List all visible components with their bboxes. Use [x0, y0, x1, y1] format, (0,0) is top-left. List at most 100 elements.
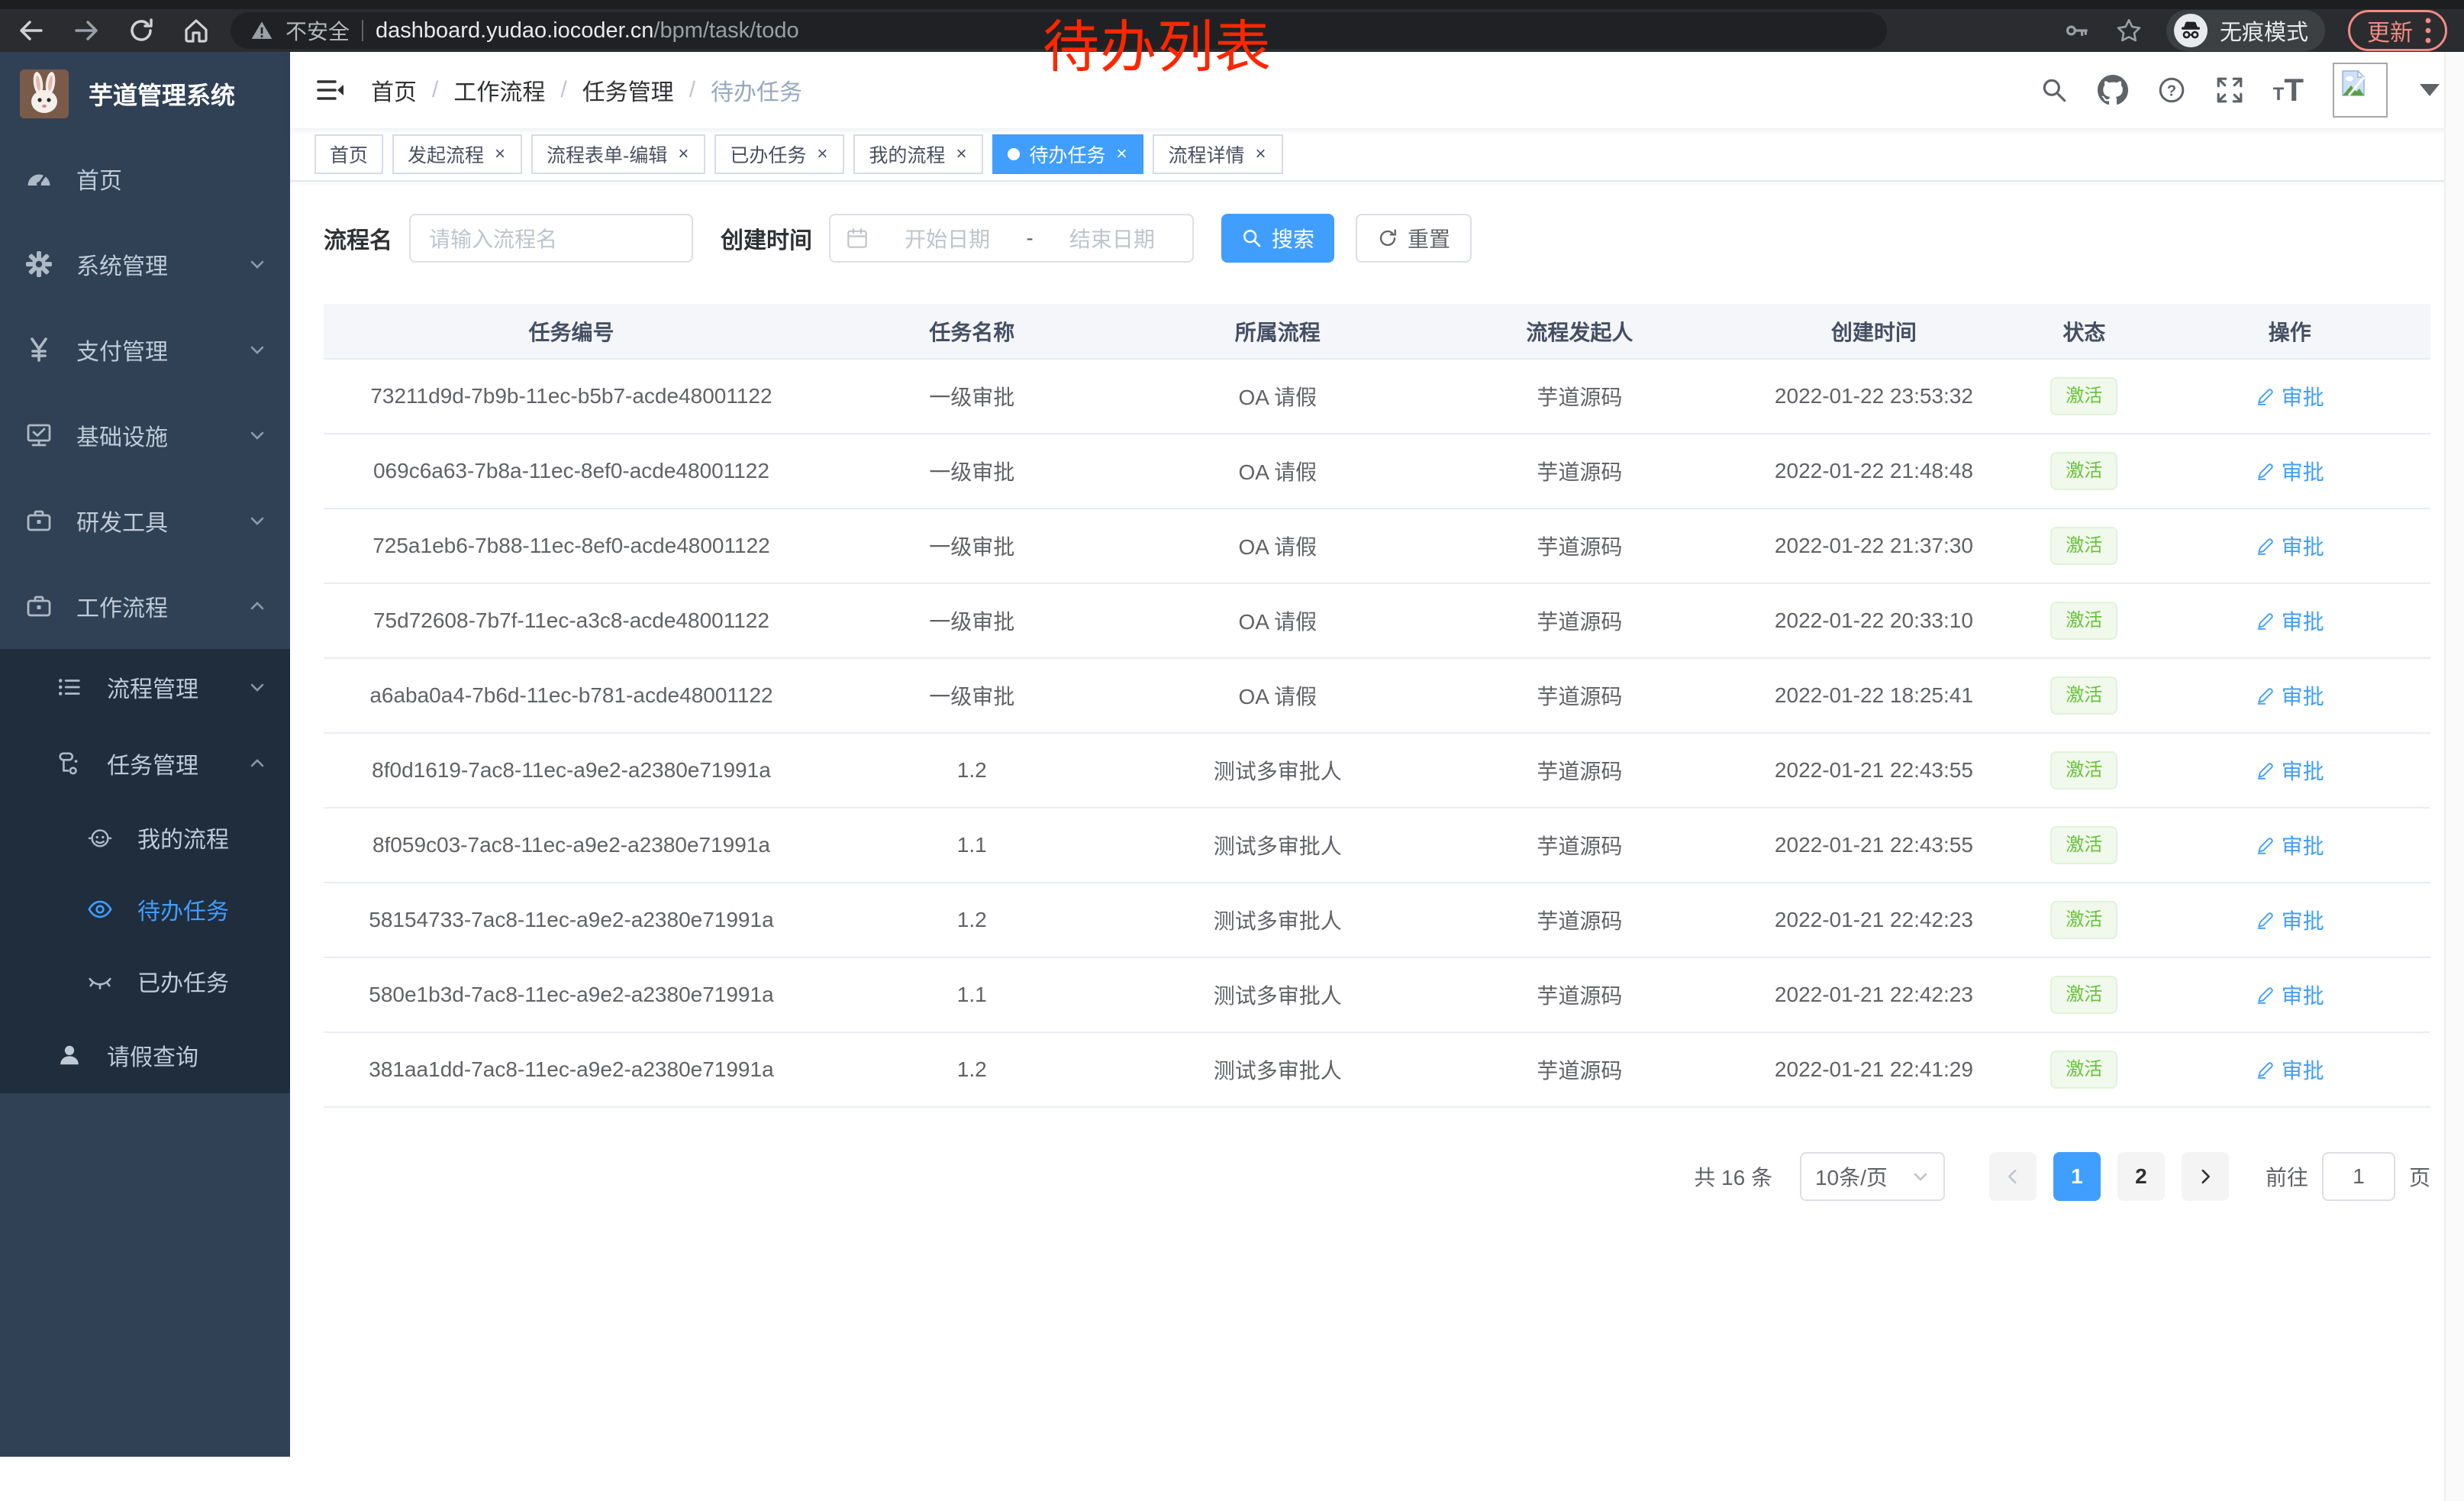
fullscreen-icon[interactable] [2215, 76, 2244, 105]
status-badge: 激活 [2050, 602, 2117, 640]
search-icon[interactable] [2040, 76, 2069, 105]
github-icon[interactable] [2098, 75, 2128, 105]
tab-process-detail[interactable]: 流程详情 × [1153, 134, 1282, 174]
reset-button[interactable]: 重置 [1356, 214, 1472, 263]
sidebar-item-label: 待办任务 [137, 893, 229, 926]
filter-form: 流程名 请输入流程名 创建时间 开始日期 - 结束日期 搜索 重置 [324, 214, 2430, 263]
reload-icon[interactable] [127, 16, 156, 45]
cell-task-name: 一级审批 [819, 583, 1125, 658]
approve-button[interactable]: 审批 [2256, 456, 2324, 486]
sidebar-item-process-management[interactable]: 流程管理 [0, 649, 290, 725]
app-title: 芋道管理系统 [89, 76, 235, 111]
cell-task-name: 1.2 [819, 733, 1125, 808]
approve-label: 审批 [2282, 980, 2324, 1010]
tab-home[interactable]: 首页 [314, 134, 383, 174]
approve-button[interactable]: 审批 [2256, 980, 2324, 1010]
page-button-1[interactable]: 1 [2053, 1152, 2101, 1201]
range-separator: - [1026, 226, 1033, 250]
user-icon [55, 1042, 84, 1068]
close-icon[interactable]: × [493, 144, 507, 165]
tab-my-process[interactable]: 我的流程 × [853, 134, 983, 174]
sidebar-item-task-management[interactable]: 任务管理 [0, 725, 290, 802]
url-host: dashboard.yudao.iocoder.cn [376, 18, 653, 43]
close-icon[interactable]: × [815, 144, 829, 165]
pen-icon [2256, 760, 2275, 780]
chevron-up-icon [247, 754, 290, 773]
page-size-select[interactable]: 10条/页 [1800, 1152, 1945, 1201]
cell-task-id: 381aa1dd-7ac8-11ec-a9e2-a2380e71991a [324, 1032, 819, 1107]
forward-icon[interactable] [72, 16, 101, 45]
total-count: 共 16 条 [1694, 1161, 1772, 1192]
logo-row[interactable]: 芋道管理系统 [0, 52, 290, 136]
approve-button[interactable]: 审批 [2256, 680, 2324, 711]
prev-page-button[interactable] [1989, 1152, 2037, 1201]
sidebar-collapse-icon[interactable] [314, 75, 345, 105]
approve-button[interactable]: 审批 [2256, 905, 2324, 935]
sidebar-item-label: 研发工具 [76, 504, 168, 537]
bookmark-star-icon[interactable] [2114, 16, 2143, 45]
pen-icon [2256, 386, 2275, 406]
close-icon[interactable]: × [1114, 144, 1128, 165]
tab-todo-tasks[interactable]: 待办任务 × [992, 134, 1143, 174]
search-button[interactable]: 搜索 [1221, 214, 1334, 263]
col-create-time: 创建时间 [1729, 304, 2020, 359]
cell-process: OA 请假 [1125, 583, 1431, 658]
table-row: a6aba0a4-7b6d-11ec-b781-acde48001122 一级审… [324, 658, 2430, 733]
cell-task-name: 1.2 [819, 1032, 1125, 1107]
goto-page-input[interactable]: 1 [2322, 1152, 2395, 1201]
update-button[interactable]: 更新 [2348, 10, 2447, 51]
breadcrumb-item-home[interactable]: 首页 [371, 73, 417, 107]
page-button-2[interactable]: 2 [2117, 1152, 2165, 1201]
col-status: 状态 [2019, 304, 2149, 359]
sidebar-item-home[interactable]: 首页 [0, 136, 290, 221]
tab-done-tasks[interactable]: 已办任务 × [714, 134, 844, 174]
font-size-icon[interactable]: TT [2273, 76, 2304, 104]
breadcrumb-item-task-management[interactable]: 任务管理 [582, 73, 674, 107]
avatar-caret-icon[interactable] [2420, 84, 2440, 96]
page-content: 流程名 请输入流程名 创建时间 开始日期 - 结束日期 搜索 重置 [290, 182, 2464, 1457]
tab-label: 发起流程 [408, 140, 484, 168]
home-icon[interactable] [182, 16, 211, 45]
col-task-name: 任务名称 [819, 304, 1125, 359]
approve-button[interactable]: 审批 [2256, 1054, 2324, 1085]
create-time-range-picker[interactable]: 开始日期 - 结束日期 [829, 214, 1194, 263]
sidebar-item-my-process[interactable]: 我的流程 [0, 802, 290, 873]
tab-start-process[interactable]: 发起流程 × [392, 134, 522, 174]
sidebar-item-infrastructure[interactable]: 基础设施 [0, 392, 290, 478]
input-placeholder: 请输入流程名 [429, 223, 557, 253]
approve-button[interactable]: 审批 [2256, 381, 2324, 412]
sidebar-item-label: 我的流程 [137, 821, 229, 854]
pen-icon [2256, 686, 2275, 705]
sidebar-item-system[interactable]: 系统管理 [0, 221, 290, 307]
approve-button[interactable]: 审批 [2256, 605, 2324, 636]
password-key-icon[interactable] [2062, 16, 2091, 45]
close-icon[interactable]: × [676, 144, 690, 165]
breadcrumb-item-workflow[interactable]: 工作流程 [453, 73, 545, 107]
help-icon[interactable]: ? [2157, 76, 2186, 105]
url-bar[interactable]: 不安全 dashboard.yudao.iocoder.cn/bpm/task/… [231, 12, 1887, 49]
browser-menu-dots-icon[interactable] [2424, 16, 2433, 45]
approve-label: 审批 [2282, 456, 2324, 486]
scrollbar[interactable] [2444, 52, 2464, 1501]
sidebar-item-workflow[interactable]: 工作流程 [0, 563, 290, 649]
sidebar-item-payment[interactable]: 支付管理 [0, 307, 290, 392]
tab-process-form-edit[interactable]: 流程表单-编辑 × [531, 134, 705, 174]
cell-starter: 芋道源码 [1430, 1032, 1729, 1107]
pen-icon [2256, 985, 2275, 1005]
back-icon[interactable] [17, 16, 46, 45]
close-icon[interactable]: × [1254, 144, 1268, 165]
sidebar-item-leave-query[interactable]: 请假查询 [0, 1017, 290, 1093]
cell-create-time: 2022-01-21 22:43:55 [1729, 808, 2020, 883]
next-page-button[interactable] [2182, 1152, 2229, 1201]
url-divider [362, 20, 363, 41]
avatar[interactable] [2333, 63, 2388, 118]
approve-button[interactable]: 审批 [2256, 531, 2324, 561]
sidebar-item-done-tasks[interactable]: 已办任务 [0, 945, 290, 1017]
close-icon[interactable]: × [954, 144, 968, 165]
table-row: 73211d9d-7b9b-11ec-b5b7-acde48001122 一级审… [324, 359, 2430, 434]
sidebar-item-todo-tasks[interactable]: 待办任务 [0, 873, 290, 945]
approve-button[interactable]: 审批 [2256, 830, 2324, 860]
process-name-input[interactable]: 请输入流程名 [409, 214, 693, 263]
approve-button[interactable]: 审批 [2256, 755, 2324, 786]
sidebar-item-devtools[interactable]: 研发工具 [0, 478, 290, 563]
